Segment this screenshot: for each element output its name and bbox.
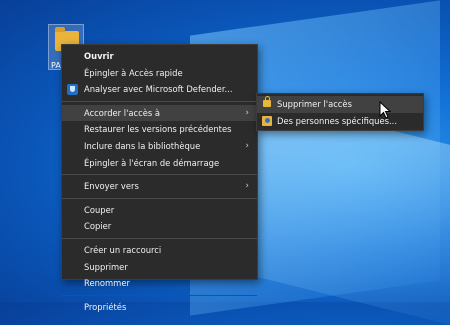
mouse-cursor-icon — [379, 101, 391, 119]
people-icon — [262, 115, 272, 126]
submenu-item-specific-people[interactable]: Des personnes spécifiques... — [257, 113, 423, 130]
give-access-submenu: Supprimer l'accès Des personnes spécifiq… — [256, 93, 424, 131]
menu-separator — [62, 100, 257, 102]
menu-item-include-library[interactable]: Inclure dans la bibliothèque › — [62, 138, 257, 155]
menu-item-pin-quick-access[interactable]: Épingler à Accès rapide — [62, 65, 257, 82]
menu-item-restore-versions[interactable]: Restaurer les versions précédentes — [62, 121, 257, 138]
lock-icon — [263, 96, 271, 107]
menu-item-pin-start[interactable]: Épingler à l'écran de démarrage — [62, 155, 257, 172]
menu-item-rename[interactable]: Renommer — [62, 275, 257, 292]
menu-item-delete[interactable]: Supprimer — [62, 259, 257, 276]
menu-separator — [62, 197, 257, 199]
menu-item-create-shortcut[interactable]: Créer un raccourci — [62, 242, 257, 259]
menu-separator — [62, 237, 257, 239]
menu-item-send-to[interactable]: Envoyer vers › — [62, 178, 257, 195]
menu-item-copy[interactable]: Copier — [62, 218, 257, 235]
menu-item-open[interactable]: Ouvrir — [62, 48, 257, 65]
defender-shield-icon — [67, 84, 78, 96]
chevron-right-icon: › — [245, 140, 249, 151]
menu-item-cut[interactable]: Couper — [62, 202, 257, 219]
chevron-right-icon: › — [245, 107, 249, 118]
context-menu: Ouvrir Épingler à Accès rapide Analyser … — [61, 44, 258, 312]
menu-item-scan-defender[interactable]: Analyser avec Microsoft Defender... — [62, 81, 257, 98]
menu-item-properties[interactable]: Propriétés — [62, 299, 257, 316]
menu-separator — [62, 294, 257, 296]
menu-item-give-access[interactable]: Accorder l'accès à › — [62, 104, 257, 122]
chevron-right-icon: › — [245, 181, 249, 192]
submenu-item-remove-access[interactable]: Supprimer l'accès — [257, 96, 423, 113]
menu-separator — [62, 174, 257, 176]
